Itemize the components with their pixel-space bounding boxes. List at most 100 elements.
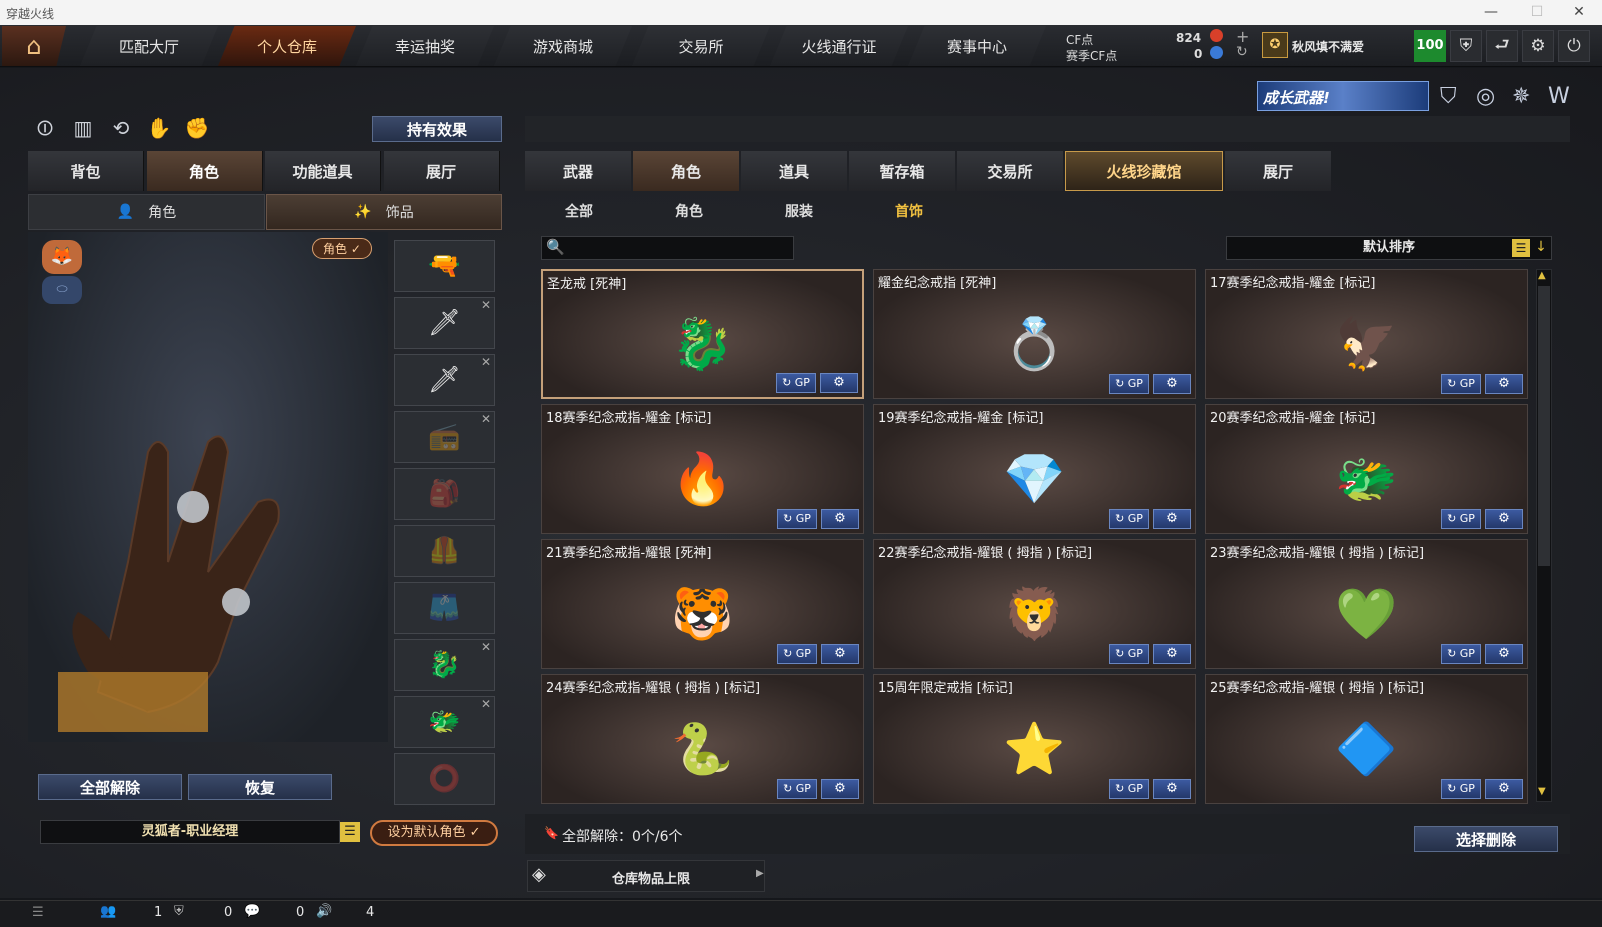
gp-exchange-button[interactable]: ↻ GP [777,509,817,529]
vip-icon[interactable]: ⛉ [1440,84,1457,109]
settings-button[interactable]: ⚙ [1522,30,1554,62]
item-settings-button[interactable]: ⚙ [1485,644,1523,664]
search-input[interactable] [541,236,794,260]
equipment-slot[interactable]: 🎒 [394,468,495,520]
item-card[interactable]: 15周年限定戒指 [标记] ⭐ ↻ GP ⚙ [873,674,1196,804]
item-settings-button[interactable]: ⚙ [1153,779,1191,799]
gp-exchange-button[interactable]: ↻ GP [1441,509,1481,529]
item-settings-button[interactable]: ⚙ [821,779,859,799]
equipment-slot[interactable]: 🦺 [394,525,495,577]
scrollbar-thumb[interactable] [1538,286,1550,566]
refresh-icon[interactable]: ↻ [1236,44,1248,60]
equipment-slot[interactable]: 🐉 ✕ [394,639,495,691]
right-tab-1[interactable]: 角色 [633,151,739,191]
item-settings-button[interactable]: ⚙ [821,509,859,529]
gp-exchange-button[interactable]: ↻ GP [1109,374,1149,394]
item-settings-button[interactable]: ⚙ [820,373,858,393]
right-subtab-1[interactable]: 角色 [634,196,744,226]
power-button[interactable]: ⏻ [1558,30,1590,62]
right-tab-4[interactable]: 交易所 [957,151,1063,191]
menu-icon[interactable]: ☰ [32,905,44,920]
item-card[interactable]: 18赛季纪念戒指-耀金 [标记] 🔥 ↻ GP ⚙ [541,404,864,534]
item-card[interactable]: 23赛季纪念戒指-耀银 ( 拇指 ) [标记] 💚 ↻ GP ⚙ [1205,539,1528,669]
item-settings-button[interactable]: ⚙ [821,644,859,664]
right-tab-6[interactable]: 展厅 [1225,151,1331,191]
item-card[interactable]: 耀金纪念戒指 [死神] 💍 ↻ GP ⚙ [873,269,1196,399]
gp-exchange-button[interactable]: ↻ GP [1441,374,1481,394]
equipment-slot[interactable]: 🗡 ✕ [394,354,495,406]
nav-tab-5[interactable]: 火线通行证 [770,26,908,66]
home-button[interactable]: ⌂ [2,26,66,66]
sort-list-icon[interactable]: ☰ [1512,239,1530,257]
nav-tab-4[interactable]: 交易所 [632,26,770,66]
speaker-icon[interactable]: 🔊 [316,904,332,919]
item-card[interactable]: 21赛季纪念戒指-耀银 [死神] 🐯 ↻ GP ⚙ [541,539,864,669]
fox-role-icon[interactable]: 🦊 [42,240,82,274]
item-card[interactable]: 20赛季纪念戒指-耀金 [标记] 🐲 ↻ GP ⚙ [1205,404,1528,534]
minimize-button[interactable]: — [1468,0,1514,25]
user-name[interactable]: 秋风填不满爱 [1292,38,1364,55]
remove-slot-icon[interactable]: ✕ [481,697,491,711]
scroll-down-icon[interactable]: ▼ [1538,786,1546,797]
nav-tab-3[interactable]: 游戏商城 [494,26,632,66]
equipment-slot[interactable]: 🔫 [394,240,495,292]
item-settings-button[interactable]: ⚙ [1485,374,1523,394]
left-tab-1[interactable]: 角色 [146,151,263,191]
nav-tab-2[interactable]: 幸运抽奖 [356,26,494,66]
left-tab-0[interactable]: 背包 [28,151,144,191]
equipment-slot[interactable]: 🐲 ✕ [394,696,495,748]
globe-icon[interactable]: ◎ [1476,84,1495,109]
hold-effect-button[interactable]: 持有效果 [372,116,502,142]
gp-exchange-button[interactable]: ↻ GP [776,373,816,393]
item-card[interactable]: 19赛季纪念戒指-耀金 [标记] 💎 ↻ GP ⚙ [873,404,1196,534]
exit-room-button[interactable]: ⮐ [1486,30,1518,62]
nav-tab-0[interactable]: 匹配大厅 [80,26,218,66]
gesture-icon[interactable]: ✊ [182,113,212,143]
gp-exchange-button[interactable]: ↻ GP [1109,509,1149,529]
equipment-slot[interactable]: 🩳 [394,582,495,634]
gp-exchange-button[interactable]: ↻ GP [1441,644,1481,664]
toggle-off-icon[interactable]: ⏼ [30,113,60,143]
item-settings-button[interactable]: ⚙ [1153,644,1191,664]
set-default-role-button[interactable]: 设为默认角色 ✓ [370,820,498,846]
scroll-up-icon[interactable]: ▲ [1538,270,1546,281]
scrollbar-track[interactable]: ▲ ▼ [1536,269,1552,802]
close-button[interactable]: ✕ [1556,0,1602,25]
remove-slot-icon[interactable]: ✕ [481,298,491,312]
item-settings-button[interactable]: ⚙ [1153,374,1191,394]
right-subtab-0[interactable]: 全部 [524,196,634,226]
equipment-slot[interactable]: 🗡 ✕ [394,297,495,349]
select-delete-button[interactable]: 选择删除 [1414,826,1558,852]
item-settings-button[interactable]: ⚙ [1485,779,1523,799]
right-subtab-3[interactable]: 首饰 [854,196,964,226]
alt-role-icon[interactable]: ⬭ [42,276,82,304]
gp-exchange-button[interactable]: ↻ GP [1441,779,1481,799]
chat-icon[interactable]: 💬 [244,904,260,919]
sort-direction-icon[interactable]: ↓ [1532,239,1550,257]
item-card[interactable]: 24赛季纪念戒指-耀银 ( 拇指 ) [标记] 🐍 ↻ GP ⚙ [541,674,864,804]
friends-icon[interactable]: 👥 [100,904,116,919]
item-card[interactable]: 25赛季纪念戒指-耀银 ( 拇指 ) [标记] 🔷 ↻ GP ⚙ [1205,674,1528,804]
equipment-slot[interactable]: 📻 ✕ [394,411,495,463]
pose-icon[interactable]: ✋ [144,113,174,143]
right-tab-5[interactable]: 火线珍藏馆 [1065,151,1223,191]
item-card[interactable]: 圣龙戒 [死神] 🐉 ↻ GP ⚙ [541,269,864,399]
nav-tab-6[interactable]: 赛事中心 [908,26,1046,66]
rotate-icon[interactable]: ⟲ [106,113,136,143]
item-settings-button[interactable]: ⚙ [1485,509,1523,529]
nav-tab-1[interactable]: 个人仓库 [218,26,356,66]
right-tab-2[interactable]: 道具 [741,151,847,191]
subtab-accessory[interactable]: ✨ 饰品 [266,194,502,230]
remove-slot-icon[interactable]: ✕ [481,412,491,426]
item-card[interactable]: 22赛季纪念戒指-耀银 ( 拇指 ) [标记] 🦁 ↻ GP ⚙ [873,539,1196,669]
badge-icon[interactable]: ✵ [1512,84,1530,109]
restore-button[interactable]: 恢复 [188,774,332,800]
wing-icon[interactable]: W [1548,84,1570,109]
growth-weapon-banner[interactable]: 成长武器! [1257,81,1429,111]
gp-exchange-button[interactable]: ↻ GP [1109,644,1149,664]
sort-dropdown[interactable]: 默认排序 [1226,236,1552,260]
gp-exchange-button[interactable]: ↻ GP [777,779,817,799]
remove-slot-icon[interactable]: ✕ [481,355,491,369]
stats-icon[interactable]: ▥ [68,113,98,143]
right-tab-0[interactable]: 武器 [525,151,631,191]
